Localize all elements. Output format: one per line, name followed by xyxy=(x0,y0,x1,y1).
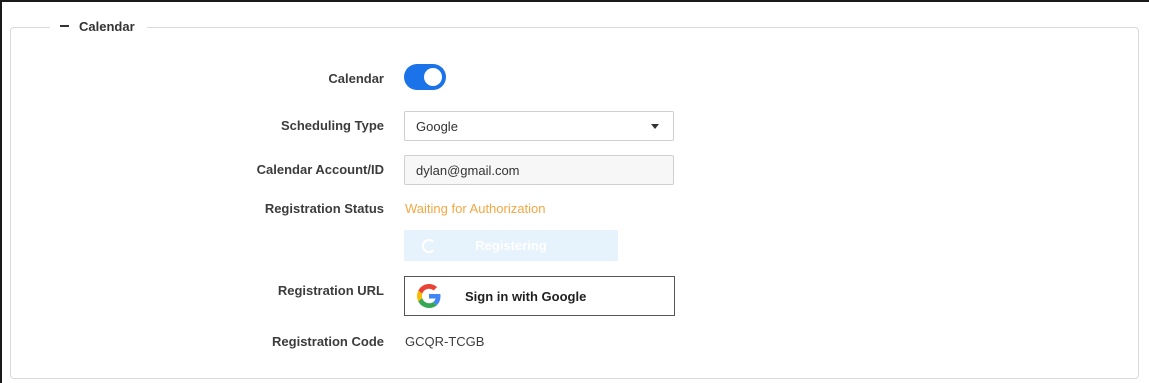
caret-down-icon xyxy=(651,124,659,129)
registration-code-label: Registration Code xyxy=(272,334,384,349)
sign-in-label: Sign in with Google xyxy=(465,289,587,304)
toggle-knob xyxy=(424,68,442,86)
calendar-panel xyxy=(10,27,1139,379)
section-title: Calendar xyxy=(79,18,135,34)
scheduling-type-label: Scheduling Type xyxy=(280,118,384,133)
scheduling-type-select[interactable]: Google xyxy=(404,111,674,141)
window-left-border xyxy=(0,0,2,383)
calendar-account-input[interactable]: dylan@gmail.com xyxy=(404,155,674,185)
sign-in-with-google-button[interactable]: Sign in with Google xyxy=(404,276,675,316)
calendar-account-label: Calendar Account/ID xyxy=(256,162,384,177)
section-header[interactable]: Calendar xyxy=(50,15,147,37)
registering-button-label: Registering xyxy=(475,238,547,253)
window-top-border xyxy=(0,0,1149,2)
scheduling-type-value: Google xyxy=(416,118,458,134)
registration-url-label: Registration URL xyxy=(277,283,384,298)
spinner-icon xyxy=(422,239,436,253)
google-icon xyxy=(417,284,441,308)
registration-status-value: Waiting for Authorization xyxy=(405,201,546,216)
calendar-label: Calendar xyxy=(328,71,384,86)
registration-status-label: Registration Status xyxy=(264,201,384,216)
registration-code-value: GCQR-TCGB xyxy=(405,334,485,349)
registering-button[interactable]: Registering xyxy=(404,230,618,261)
calendar-account-value: dylan@gmail.com xyxy=(416,162,520,178)
calendar-toggle[interactable] xyxy=(404,64,446,90)
minus-icon[interactable] xyxy=(60,25,69,27)
